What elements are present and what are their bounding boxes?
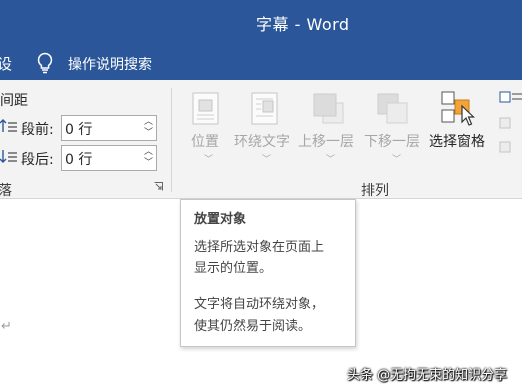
space-after-icon — [0, 150, 17, 163]
spin-up-icon[interactable]: ︿ — [144, 118, 153, 127]
spin-down-icon[interactable]: ﹀ — [144, 159, 153, 168]
spacing-header: 间距 — [0, 93, 28, 109]
lightbulb-icon[interactable] — [36, 52, 54, 74]
window-title: 字幕 - Word — [256, 15, 350, 34]
tooltip-line: 使其仍然易于阅读。 — [194, 319, 312, 334]
send-backward-button[interactable]: 下移一层 — [364, 131, 420, 151]
space-after-value: 0 行 — [65, 152, 93, 168]
tab-design-partial[interactable]: 设 — [0, 53, 12, 74]
paragraph-group-label: 落 — [0, 183, 12, 199]
position-icon — [192, 92, 219, 125]
space-before-value: 0 行 — [65, 122, 93, 138]
tooltip-line: 选择所选对象在页面上 — [194, 240, 325, 255]
space-before-input[interactable]: 0 行 ︿ ﹀ — [61, 115, 157, 141]
tell-me-search[interactable]: 操作说明搜索 — [68, 54, 152, 74]
watermark: 头条 @无拘无束的知识分享 — [347, 368, 508, 383]
space-after-input[interactable]: 0 行 ︿ ﹀ — [61, 145, 157, 171]
tooltip-line: 显示的位置。 — [194, 261, 273, 276]
group-separator — [171, 88, 172, 192]
bring-forward-icon — [313, 93, 344, 124]
space-before-icon — [0, 119, 17, 132]
title-bar: 字幕 - Word — [0, 0, 522, 46]
chevron-down-icon: ﹀ — [392, 155, 402, 165]
space-before-label: 段前: — [21, 122, 54, 138]
wrap-text-button[interactable]: 环绕文字 — [234, 131, 290, 151]
selection-pane-button[interactable]: 选择窗格 — [429, 131, 485, 151]
send-backward-icon — [377, 93, 408, 124]
space-after-label: 段后: — [21, 152, 54, 168]
chevron-down-icon: ﹀ — [204, 155, 214, 165]
selection-pane-icon — [441, 91, 475, 126]
arrange-group-label: 排列 — [361, 183, 389, 199]
tooltip: 放置对象 选择所选对象在页面上 显示的位置。 文字将自动环绕对象， 使其仍然易于… — [180, 199, 356, 347]
align-icon[interactable] — [498, 90, 522, 162]
chevron-down-icon: ﹀ — [262, 155, 272, 165]
spin-down-icon[interactable]: ﹀ — [144, 129, 153, 138]
dialog-launcher-icon[interactable] — [154, 182, 163, 191]
tooltip-title: 放置对象 — [194, 212, 247, 227]
position-button[interactable]: 位置 — [191, 131, 219, 151]
bring-forward-button[interactable]: 上移一层 — [298, 131, 354, 151]
spin-up-icon[interactable]: ︿ — [144, 148, 153, 157]
tooltip-line: 文字将自动环绕对象， — [194, 297, 325, 312]
chevron-down-icon: ﹀ — [326, 155, 336, 165]
wrap-text-icon — [251, 92, 278, 125]
paragraph-mark: ↵ — [1, 319, 12, 334]
